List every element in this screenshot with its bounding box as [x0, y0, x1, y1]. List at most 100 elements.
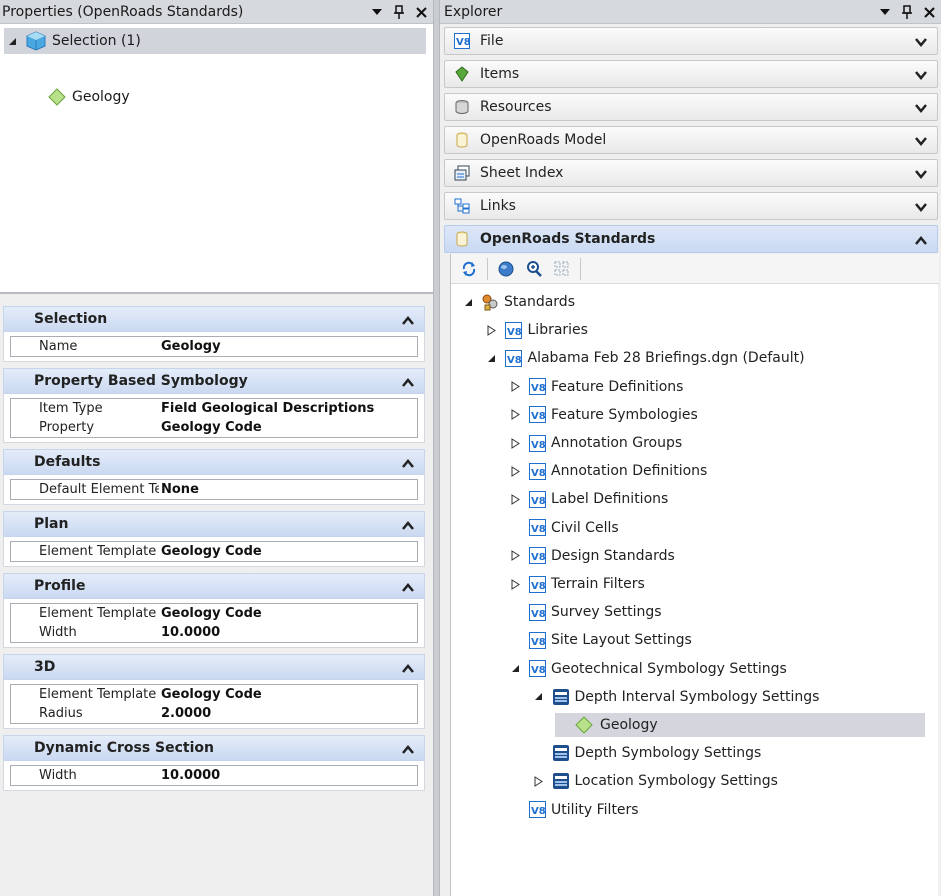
- property-row[interactable]: Radius 2.0000: [11, 704, 417, 723]
- section-defaults: Defaults Default Element TemplatNone: [3, 449, 425, 505]
- collapsed-triangle-icon[interactable]: [508, 492, 522, 506]
- explorer-item-file[interactable]: V8 File: [444, 27, 938, 55]
- collapse-chevron-icon[interactable]: [402, 580, 414, 596]
- explorer-item-links[interactable]: Links: [444, 192, 938, 220]
- property-row[interactable]: Element Template GroupGeology Code: [11, 685, 417, 704]
- explorer-item-openroads-standards[interactable]: OpenRoads Standards: [444, 225, 938, 253]
- tree-node[interactable]: V8 Utility Filters: [508, 798, 639, 822]
- explorer-item-items[interactable]: Items: [444, 60, 938, 88]
- expanded-triangle-icon[interactable]: [6, 35, 18, 47]
- section-header[interactable]: Plan: [3, 511, 425, 537]
- tree-node[interactable]: V8 Annotation Groups: [508, 431, 682, 455]
- property-row[interactable]: Item Type Field Geological Descriptions: [11, 399, 417, 418]
- property-row[interactable]: Element Template GroupGeology Code: [11, 604, 417, 623]
- section-header[interactable]: Dynamic Cross Section: [3, 735, 425, 761]
- section-profile: Profile Element Template GroupGeology Co…: [3, 573, 425, 648]
- tree-node[interactable]: V8 Label Definitions: [508, 487, 668, 511]
- section-header[interactable]: Selection: [3, 306, 425, 332]
- selection-root-node[interactable]: Selection (1): [4, 28, 426, 54]
- tree-node[interactable]: V8 Geotechnical Symbology Settings: [508, 657, 787, 681]
- dropdown-icon[interactable]: [877, 2, 893, 22]
- tree-node[interactable]: Depth Interval Symbology Settings: [532, 685, 819, 709]
- property-row[interactable]: Width 10.0000: [11, 623, 417, 642]
- expanded-triangle-icon[interactable]: [461, 295, 475, 309]
- pane-splitter[interactable]: [433, 0, 440, 896]
- explorer-item-openroads-model[interactable]: OpenRoads Model: [444, 126, 938, 154]
- property-row[interactable]: Default Element TemplatNone: [11, 480, 417, 499]
- tree-node[interactable]: V8 Feature Definitions: [508, 375, 683, 399]
- pin-icon[interactable]: [899, 2, 915, 22]
- pin-icon[interactable]: [391, 2, 407, 22]
- section-header[interactable]: Property Based Symbology: [3, 368, 425, 394]
- tree-node[interactable]: V8 Survey Settings: [508, 600, 662, 624]
- property-row[interactable]: Element Template GroupGeology Code: [11, 542, 417, 561]
- close-icon[interactable]: [921, 2, 937, 22]
- collapsed-triangle-icon[interactable]: [508, 408, 522, 422]
- tree-node[interactable]: V8 Terrain Filters: [508, 572, 645, 596]
- collapse-chevron-icon[interactable]: [402, 313, 414, 329]
- section-header[interactable]: Profile: [3, 573, 425, 599]
- section-3d: 3D Element Template GroupGeology Code Ra…: [3, 654, 425, 729]
- tree-node[interactable]: V8 Civil Cells: [508, 516, 619, 540]
- tree-node[interactable]: Depth Symbology Settings: [532, 741, 761, 765]
- chevron-down-icon[interactable]: [915, 101, 927, 117]
- collapsed-triangle-icon[interactable]: [532, 774, 546, 788]
- expanded-triangle-icon[interactable]: [532, 690, 546, 704]
- collapse-chevron-icon[interactable]: [402, 661, 414, 677]
- tree-node[interactable]: V8 Annotation Definitions: [508, 459, 707, 483]
- fit-view-icon[interactable]: [550, 257, 574, 281]
- tree-node[interactable]: V8 Alabama Feb 28 Briefings.dgn (Default): [485, 346, 805, 370]
- explorer-item-resources[interactable]: Resources: [444, 93, 938, 121]
- chevron-down-icon[interactable]: [915, 134, 927, 150]
- zoom-icon[interactable]: [522, 257, 546, 281]
- collapsed-triangle-icon[interactable]: [485, 323, 499, 337]
- property-row[interactable]: Width 10.0000: [11, 766, 417, 785]
- explorer-title: Explorer: [444, 3, 503, 20]
- tree-node[interactable]: Location Symbology Settings: [532, 769, 778, 793]
- collapsed-triangle-icon[interactable]: [508, 577, 522, 591]
- v8-file-icon: V8: [453, 32, 471, 50]
- links-icon: [453, 197, 471, 215]
- tree-node[interactable]: V8 Libraries: [485, 318, 588, 342]
- tree-node[interactable]: Geology: [555, 713, 925, 737]
- tree-node[interactable]: V8 Feature Symbologies: [508, 403, 698, 427]
- property-row[interactable]: Name Geology: [11, 337, 417, 356]
- tree-node[interactable]: V8 Design Standards: [508, 544, 675, 568]
- svg-text:V8: V8: [456, 37, 470, 48]
- openroads-standards-icon: [453, 230, 471, 248]
- section-header[interactable]: Defaults: [3, 449, 425, 475]
- svg-text:V8: V8: [531, 411, 546, 422]
- properties-title-bar: Properties (OpenRoads Standards): [0, 0, 433, 24]
- globe-icon[interactable]: [494, 257, 518, 281]
- section-header[interactable]: 3D: [3, 654, 425, 680]
- tree-node[interactable]: V8 Site Layout Settings: [508, 628, 692, 652]
- svg-text:V8: V8: [531, 609, 546, 620]
- chevron-down-icon[interactable]: [915, 35, 927, 51]
- v8-icon: V8: [528, 603, 546, 621]
- tree-toolbar: [451, 254, 939, 284]
- expanded-triangle-icon[interactable]: [485, 351, 499, 365]
- close-icon[interactable]: [413, 2, 429, 22]
- expanded-triangle-icon[interactable]: [508, 662, 522, 676]
- chevron-down-icon[interactable]: [915, 167, 927, 183]
- collapsed-triangle-icon[interactable]: [508, 380, 522, 394]
- dropdown-icon[interactable]: [369, 2, 385, 22]
- collapse-chevron-icon[interactable]: [402, 456, 414, 472]
- chevron-down-icon[interactable]: [915, 68, 927, 84]
- collapse-chevron-icon[interactable]: [402, 375, 414, 391]
- collapse-chevron-icon[interactable]: [402, 518, 414, 534]
- tree-node[interactable]: Standards: [461, 290, 575, 314]
- refresh-icon[interactable]: [457, 257, 481, 281]
- property-row[interactable]: Property Geology Code: [11, 418, 417, 437]
- explorer-panel: Explorer V8 File Items Resources OpenRoa…: [440, 0, 941, 896]
- selection-child-node[interactable]: Geology: [48, 84, 130, 110]
- collapsed-triangle-icon[interactable]: [508, 464, 522, 478]
- collapse-chevron-icon[interactable]: [402, 742, 414, 758]
- chevron-down-icon[interactable]: [915, 200, 927, 216]
- explorer-item-sheet-index[interactable]: Sheet Index: [444, 159, 938, 187]
- chevron-up-icon[interactable]: [915, 233, 927, 249]
- collapsed-triangle-icon[interactable]: [508, 436, 522, 450]
- collapsed-triangle-icon[interactable]: [508, 549, 522, 563]
